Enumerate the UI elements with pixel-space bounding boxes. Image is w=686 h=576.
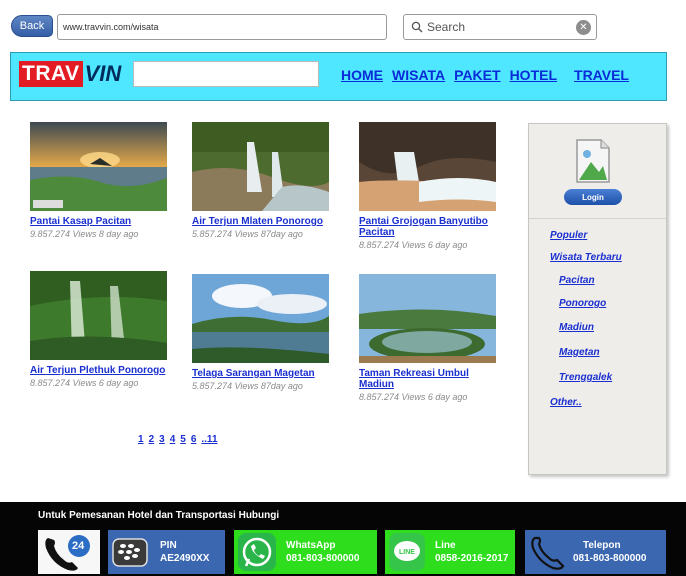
sidebar: Login Populer Wisata Terbaru Pacitan Pon… [528,123,667,475]
address-bar[interactable]: www.travvin.com/wisata [57,14,387,40]
sidebar-link-wisata-terbaru[interactable]: Wisata Terbaru [550,252,622,263]
destination-card[interactable]: Taman Rekreasi Umbul Madiun 8.857.274 Vi… [359,274,499,402]
phone-value: 081-803-800000 [573,553,647,564]
page-link[interactable]: ..11 [201,434,217,445]
line-value: 0858-2016-2017 [435,553,509,564]
sidebar-link-other[interactable]: Other.. [550,397,582,408]
sidebar-link-ponorogo[interactable]: Ponorogo [559,298,606,309]
destination-title[interactable]: Telaga Sarangan Magetan [192,368,332,379]
page-link[interactable]: 2 [149,434,155,445]
sidebar-link-madiun[interactable]: Madiun [559,322,594,333]
page-link[interactable]: 4 [170,434,176,445]
destination-thumbnail[interactable] [359,122,496,211]
destination-thumbnail[interactable] [359,274,496,363]
destination-title[interactable]: Taman Rekreasi Umbul Madiun [359,368,499,390]
whatsapp-value: 081-803-800000 [286,553,360,564]
destination-meta: 8.857.274 Views 6 day ago [359,392,468,402]
whatsapp-label: WhatsApp [286,540,336,551]
destination-card[interactable]: Air Terjun Plethuk Ponorogo 8.857.274 Vi… [30,271,170,388]
destination-meta: 8.857.274 Views 6 day ago [30,378,139,388]
page-link[interactable]: 6 [191,434,197,445]
svg-text:LINE: LINE [399,549,415,556]
destination-thumbnail[interactable] [192,274,329,363]
sidebar-link-pacitan[interactable]: Pacitan [559,275,595,286]
destination-thumbnail[interactable] [30,271,167,360]
destination-title[interactable]: Pantai Grojogan Banyutibo Pacitan [359,216,499,238]
phone-icon [531,536,565,570]
destination-card[interactable]: Telaga Sarangan Magetan 5.857.274 Views … [192,274,332,391]
nav-paket[interactable]: PAKET [454,67,500,83]
line-icon: LINE [389,533,425,571]
image-placeholder-icon [573,138,613,184]
destination-meta: 8.857.274 Views 6 day ago [359,240,468,250]
back-button[interactable]: Back [11,15,53,37]
page-link[interactable]: 3 [159,434,165,445]
nav-travel[interactable]: TRAVEL [574,67,629,83]
destination-title[interactable]: Pantai Kasap Pacitan [30,216,170,227]
logo-vin: VIN [84,61,122,86]
pagination: 1 2 3 4 5 6 ..11 [138,434,223,445]
site-search-input[interactable] [133,61,319,87]
site-logo[interactable]: TRAV VIN [19,61,121,87]
line-label: Line [435,540,456,551]
hotline-24h[interactable]: 24 [38,530,100,574]
blackberry-icon [112,538,148,567]
whatsapp-contact[interactable]: WhatsApp 081-803-800000 [234,530,377,574]
logo-trav: TRAV [19,61,83,87]
nav-wisata[interactable]: WISATA [392,67,445,83]
sidebar-link-populer[interactable]: Populer [550,230,587,241]
destination-title[interactable]: Air Terjun Mlaten Ponorogo [192,216,332,227]
nav-home[interactable]: HOME [341,67,383,83]
phone-contact[interactable]: Telepon 081-803-800000 [525,530,666,574]
main-nav: HOME WISATA PAKET HOTEL TRAVEL [341,67,638,83]
browser-toolbar: Back www.travvin.com/wisata Search ✕ [0,0,686,50]
sidebar-divider [529,218,666,219]
destination-card[interactable]: Air Terjun Mlaten Ponorogo 5.857.274 Vie… [192,122,332,239]
search-placeholder: Search [427,20,466,34]
hotline-badge: 24 [72,540,85,552]
pin-label: PIN [160,540,177,551]
page-link[interactable]: 5 [180,434,186,445]
footer: Untuk Pemesanan Hotel dan Transportasi H… [0,502,686,576]
nav-hotel[interactable]: HOTEL [510,67,557,83]
destination-meta: 5.857.274 Views 87day ago [192,381,303,391]
whatsapp-icon [238,533,276,571]
clear-icon[interactable]: ✕ [576,20,591,35]
browser-search-input[interactable]: Search ✕ [403,14,597,40]
phone-24-icon [45,535,90,571]
destination-thumbnail[interactable] [30,122,167,211]
search-icon [411,21,423,33]
destination-thumbnail[interactable] [192,122,329,211]
login-button[interactable]: Login [564,189,622,205]
phone-label: Telepon [583,540,621,551]
destination-title[interactable]: Air Terjun Plethuk Ponorogo [30,365,170,376]
line-contact[interactable]: LINE Line 0858-2016-2017 [385,530,515,574]
sidebar-link-magetan[interactable]: Magetan [559,347,600,358]
destination-meta: 5.857.274 Views 87day ago [192,229,303,239]
pin-value: AE2490XX [160,553,210,564]
destination-card[interactable]: Pantai Grojogan Banyutibo Pacitan 8.857.… [359,122,499,250]
destination-card[interactable]: Pantai Kasap Pacitan 9.857.274 Views 8 d… [30,122,170,239]
page-link[interactable]: 1 [138,434,144,445]
footer-title: Untuk Pemesanan Hotel dan Transportasi H… [38,510,280,521]
site-header: TRAV VIN HOME WISATA PAKET HOTEL TRAVEL [10,52,667,101]
pin-contact[interactable]: PIN AE2490XX [108,530,225,574]
destination-meta: 9.857.274 Views 8 day ago [30,229,139,239]
sidebar-link-trenggalek[interactable]: Trenggalek [559,372,612,383]
